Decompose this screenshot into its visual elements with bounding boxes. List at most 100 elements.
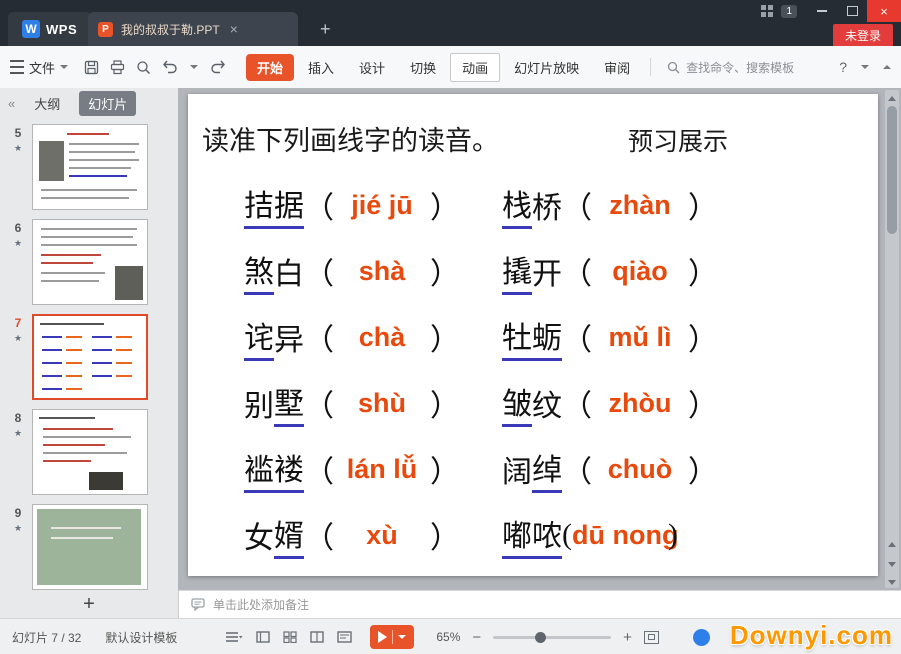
pinyin-text: chuò <box>592 454 688 485</box>
thumb-decor <box>41 244 137 246</box>
thumb-decor <box>43 452 127 454</box>
file-menu-button[interactable]: 文件 <box>10 58 68 77</box>
wps-home-button[interactable]: W WPS <box>8 12 91 46</box>
more-commands-chevron-icon[interactable] <box>861 65 869 69</box>
sidebar-footer: + <box>0 590 179 618</box>
pinyin-text: shà <box>334 256 430 287</box>
apps-grid-icon[interactable] <box>761 5 773 17</box>
animation-star-icon: ★ <box>14 239 22 249</box>
slide-thumbnail-5[interactable]: 5 ★ <box>4 124 178 210</box>
document-tab[interactable]: P 我的叔叔于勒.PPT × <box>88 12 298 46</box>
save-icon[interactable] <box>84 60 99 75</box>
print-preview-icon[interactable] <box>136 60 151 75</box>
scroll-down-button[interactable] <box>885 576 899 588</box>
thumb-decor <box>116 336 132 338</box>
scroll-up-button[interactable] <box>885 92 899 104</box>
help-icon[interactable]: ? <box>839 59 847 75</box>
underlined-word-text: 皱 <box>502 379 532 427</box>
vertical-scrollbar[interactable] <box>885 90 899 588</box>
notification-badge[interactable]: 1 <box>781 5 797 18</box>
previous-slide-button[interactable] <box>885 536 899 552</box>
thumb-photo <box>89 472 123 490</box>
word-cell: 煞白（shà） <box>244 247 460 295</box>
print-icon[interactable] <box>110 60 125 75</box>
slide-number: 6 <box>15 221 22 235</box>
triangle-up-icon <box>888 96 896 101</box>
underlined-word-text: 诧 <box>244 313 274 361</box>
slide-thumbnail-8[interactable]: 8 ★ <box>4 409 178 495</box>
button-divider <box>392 630 393 644</box>
close-paren: ） <box>688 183 718 227</box>
word-cell: 栈桥（zhàn） <box>502 181 718 229</box>
word-text: 开 <box>532 249 562 293</box>
thumb-decor <box>116 349 132 351</box>
close-button[interactable]: × <box>867 0 901 22</box>
tab-slides[interactable]: 幻灯片 <box>79 91 136 116</box>
search-placeholder: 查找命令、搜索模板 <box>686 59 794 76</box>
slide-thumbnail-9[interactable]: 9 ★ <box>4 504 178 590</box>
titlebar: W WPS P 我的叔叔于勒.PPT × + 1 × 未登录 <box>0 0 901 46</box>
thumb-decor <box>92 336 112 338</box>
ribbon-tab-home[interactable]: 开始 <box>246 54 294 81</box>
thumb-decor <box>92 349 112 351</box>
thumb-decor <box>41 197 129 199</box>
word-text: 阔 <box>502 447 532 491</box>
open-paren: （ <box>562 183 592 227</box>
reading-view-icon[interactable] <box>310 631 324 643</box>
slide-number: 5 <box>15 126 22 140</box>
notes-input[interactable]: 单击此处添加备注 <box>179 590 901 618</box>
add-slide-button[interactable]: + <box>83 594 95 614</box>
new-tab-button[interactable]: + <box>320 20 331 38</box>
slide-number: 9 <box>15 506 22 520</box>
thumb-decor <box>43 460 91 462</box>
ribbon-tab-slideshow[interactable]: 幻灯片放映 <box>503 54 590 81</box>
thumb-decor <box>69 167 131 169</box>
fit-to-window-icon[interactable] <box>644 631 659 644</box>
ribbon-tab-review[interactable]: 审阅 <box>593 54 641 81</box>
notes-toggle-icon[interactable] <box>225 631 243 643</box>
ribbon-tab-transition[interactable]: 切换 <box>399 54 447 81</box>
normal-view-icon[interactable] <box>256 631 270 643</box>
word-text: 桥 <box>532 183 562 227</box>
play-slideshow-button[interactable] <box>370 625 414 649</box>
slide-sorter-icon[interactable] <box>283 631 297 643</box>
thumbnail-list: 5 ★ 6 ★ <box>0 118 178 590</box>
redo-icon[interactable] <box>209 60 226 74</box>
thumb-decor <box>67 133 109 135</box>
undo-history-chevron-icon[interactable] <box>190 65 198 69</box>
collapse-ribbon-icon[interactable] <box>883 65 891 69</box>
close-paren: ) <box>668 518 678 552</box>
command-search-box[interactable]: 查找命令、搜索模板 <box>667 59 794 76</box>
thumbnail-preview <box>32 504 148 590</box>
minimize-button[interactable] <box>807 0 837 22</box>
next-slide-button[interactable] <box>885 556 899 572</box>
word-cell: 褴褛（lán lǚ） <box>244 445 460 493</box>
ribbon-tab-animation[interactable]: 动画 <box>450 53 500 82</box>
tab-outline[interactable]: 大纲 <box>25 91 69 116</box>
zoom-out-button[interactable]: − <box>472 630 481 645</box>
notes-page-icon[interactable] <box>337 631 352 643</box>
thumb-decor <box>42 362 62 364</box>
slide-number: 8 <box>15 411 22 425</box>
login-button[interactable]: 未登录 <box>833 24 893 47</box>
zoom-slider-thumb[interactable] <box>535 632 546 643</box>
ribbon-tab-design[interactable]: 设计 <box>348 54 396 81</box>
file-menu-label: 文件 <box>29 58 55 77</box>
template-name[interactable]: 默认设计模板 <box>105 629 177 646</box>
collapse-panel-icon[interactable]: « <box>8 96 15 111</box>
promo-icon[interactable] <box>693 629 710 646</box>
maximize-button[interactable] <box>837 0 867 22</box>
zoom-level[interactable]: 65% <box>432 630 460 644</box>
current-slide[interactable]: 读准下列画线字的读音。 预习展示 拮据（jié jū） 栈桥（zhàn） 煞白（… <box>188 94 878 576</box>
slide-thumbnail-6[interactable]: 6 ★ <box>4 219 178 305</box>
slide-thumbnail-7-current[interactable]: 7 ★ <box>4 314 178 400</box>
thumbnail-preview <box>32 124 148 210</box>
zoom-slider[interactable] <box>493 636 611 639</box>
zoom-in-button[interactable]: + <box>623 630 632 645</box>
scrollbar-thumb[interactable] <box>887 106 897 234</box>
underlined-word-text: 牡蛎 <box>502 313 562 361</box>
play-options-chevron-icon[interactable] <box>398 635 406 639</box>
undo-icon[interactable] <box>162 60 179 74</box>
ribbon-tab-insert[interactable]: 插入 <box>297 54 345 81</box>
tab-close-icon[interactable]: × <box>230 22 238 36</box>
